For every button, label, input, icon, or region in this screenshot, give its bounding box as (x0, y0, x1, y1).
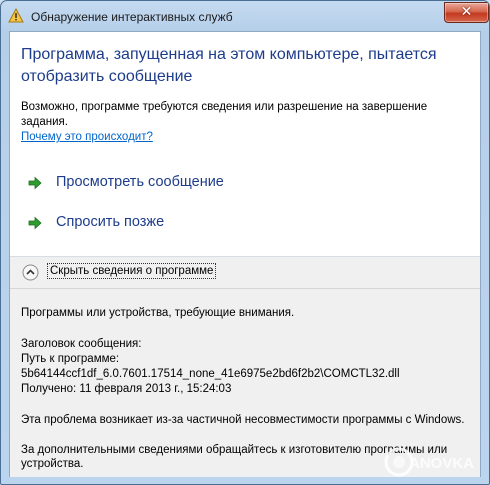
program-path-value: 5b64144ccf1df_6.0.7601.17514_none_41e697… (21, 368, 400, 380)
help-link[interactable]: Почему это происходит? (21, 131, 153, 143)
contact-text: За дополнительными сведениями обращайтес… (21, 444, 448, 470)
programs-line: Программы или устройства, требующие вним… (21, 307, 295, 319)
received-value: 11 февраля 2013 г., 15:24:03 (79, 383, 232, 395)
ask-later-label: Спросить позже (56, 214, 165, 230)
close-button[interactable]: ✕ (444, 2, 489, 23)
window-title: Обнаружение интерактивных служб (31, 10, 233, 24)
view-message-label: Просмотреть сообщение (56, 174, 224, 190)
close-icon: ✕ (460, 4, 473, 20)
title-bar[interactable]: Обнаружение интерактивных служб ✕ (1, 1, 489, 31)
received-label: Получено: (21, 383, 77, 395)
program-path-label: Путь к программе: (21, 353, 120, 365)
main-panel: Программа, запущенная на этом компьютере… (10, 32, 480, 256)
chevron-up-icon (22, 264, 39, 281)
problem-text: Эта проблема возникает из-за частичной н… (21, 414, 465, 426)
main-description: Возможно, программе требуются сведения и… (21, 101, 428, 128)
dialog-content: Программа, запущенная на этом компьютере… (9, 31, 481, 477)
message-title-label: Заголовок сообщения: (21, 338, 142, 350)
dialog-window: Обнаружение интерактивных служб ✕ Програ… (0, 0, 490, 485)
received-row: Получено: 11 февраля 2013 г., 15:24:03 (21, 382, 231, 396)
details-panel: Скрыть сведения о программе Программы ил… (10, 257, 480, 477)
green-arrow-icon (28, 176, 42, 190)
details-divider (10, 288, 480, 289)
warning-shield-icon (8, 8, 24, 23)
main-heading: Программа, запущенная на этом компьютере… (21, 46, 437, 85)
hide-details-label: Скрыть сведения о программе (46, 263, 217, 279)
green-arrow-icon (28, 216, 42, 230)
